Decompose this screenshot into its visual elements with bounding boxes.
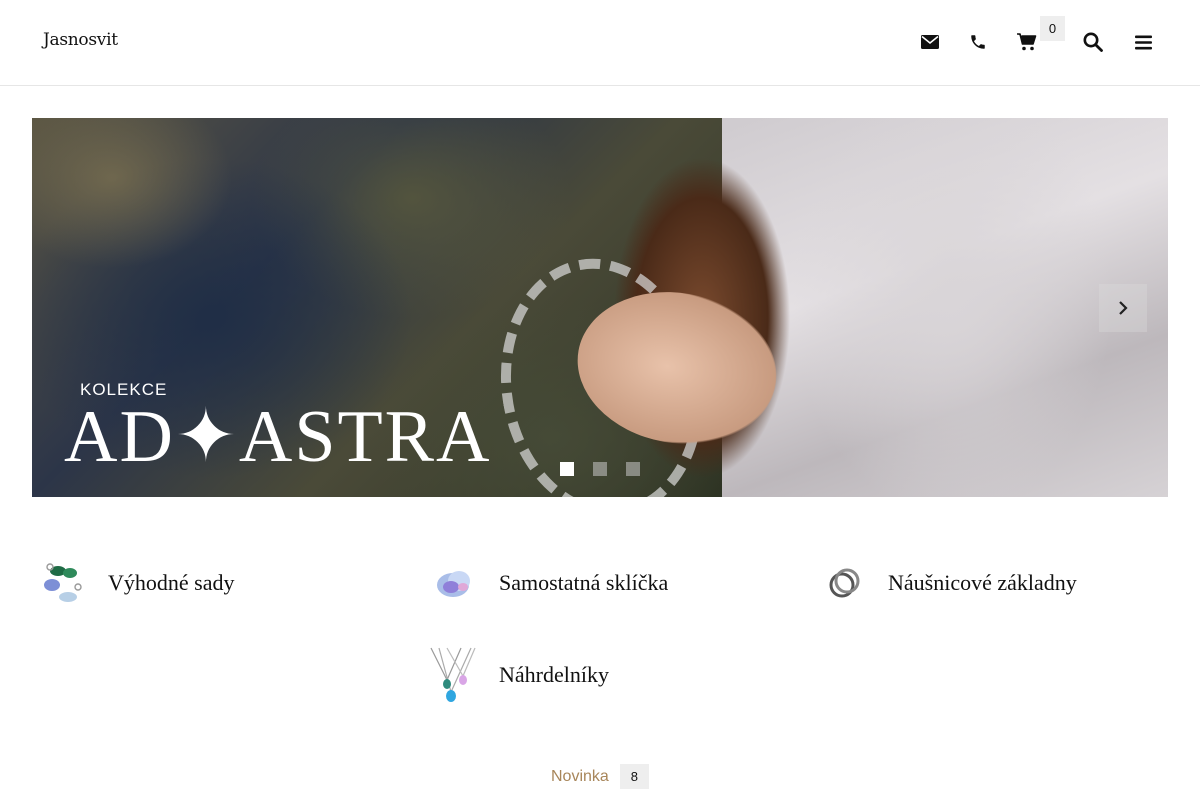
search-icon[interactable] bbox=[1081, 30, 1105, 54]
slider-dot-2[interactable] bbox=[593, 462, 607, 476]
necklace-icon bbox=[429, 646, 481, 704]
novinka-count-badge: 8 bbox=[619, 764, 649, 789]
category-label: Výhodné sady bbox=[108, 570, 235, 595]
glass-drop-icon bbox=[429, 557, 481, 609]
site-header: Jasnosvit 0 bbox=[0, 0, 1200, 86]
slider-dot-1[interactable] bbox=[560, 462, 574, 476]
category-vyhodne-sady[interactable]: Výhodné sady bbox=[38, 557, 234, 609]
phone-icon[interactable] bbox=[966, 30, 990, 54]
jewelry-set-icon bbox=[38, 557, 90, 609]
slider-dot-3[interactable] bbox=[626, 462, 640, 476]
slider-next-button[interactable] bbox=[1099, 284, 1147, 332]
category-samostatna-sklicka[interactable]: Samostatná sklíčka bbox=[429, 557, 668, 609]
logo[interactable]: Jasnosvit bbox=[43, 30, 118, 50]
email-icon[interactable] bbox=[918, 30, 942, 54]
banner-title: AD✦ASTRA bbox=[64, 396, 492, 478]
cart-count-badge: 0 bbox=[1040, 16, 1065, 41]
category-label: Náušnicové základny bbox=[888, 570, 1077, 595]
cart-icon[interactable] bbox=[1015, 30, 1039, 54]
hero-banner[interactable]: KOLEKCE AD✦ASTRA bbox=[32, 118, 1168, 497]
category-nausnicove-zakladny[interactable]: Náušnicové základny bbox=[818, 557, 1077, 609]
novinka-tab[interactable]: Novinka 8 bbox=[551, 764, 649, 789]
category-label: Samostatná sklíčka bbox=[499, 570, 669, 595]
slider-dots bbox=[560, 462, 640, 476]
category-nahrdelniky[interactable]: Náhrdelníky bbox=[429, 646, 609, 704]
earring-base-icon bbox=[818, 557, 870, 609]
category-label: Náhrdelníky bbox=[499, 662, 609, 687]
menu-icon[interactable] bbox=[1131, 30, 1155, 54]
novinka-label: Novinka bbox=[551, 767, 609, 785]
